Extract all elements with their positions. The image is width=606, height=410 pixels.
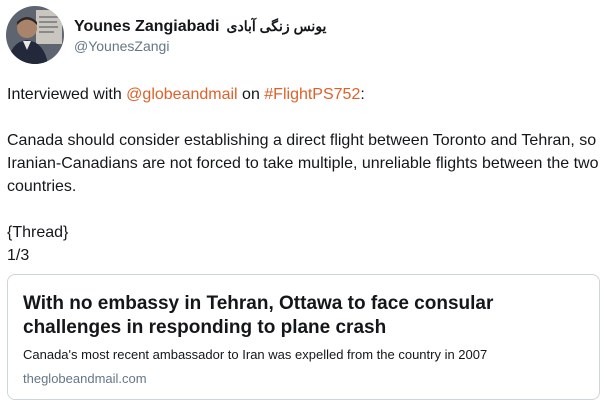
tweet: Younes Zangiabadi یونس زنگی آبادی @Youne… [0,0,606,410]
author-display-name-persian[interactable]: یونس زنگی آبادی [227,18,327,35]
avatar[interactable] [6,6,64,64]
tweet-intro-line: Interviewed with @globeandmail on #Fligh… [7,83,599,106]
tweet-intro-middle: on [237,86,265,103]
card-description: Canada's most recent ambassador to Iran … [23,347,488,362]
tweet-text: Interviewed with @globeandmail on #Fligh… [7,83,599,267]
mention-link[interactable]: @globeandmail [126,86,237,103]
tweet-paragraph: Canada should consider establishing a di… [7,132,599,195]
thread-count: 1/3 [7,247,30,264]
author-identity: Younes Zangiabadi یونس زنگی آبادی @Youne… [74,18,326,54]
author-name-line: Younes Zangiabadi یونس زنگی آبادی [74,18,326,36]
tweet-intro-prefix: Interviewed with [7,86,127,103]
card-domain: theglobeandmail.com [23,371,147,386]
card-title: With no embassy in Tehran, Ottawa to fac… [23,293,494,338]
hashtag-link[interactable]: #FlightPS752 [264,86,360,103]
thread-label: {Thread} [7,224,69,241]
author-handle[interactable]: @YounesZangi [74,38,326,54]
avatar-photo [6,6,64,64]
author-display-name[interactable]: Younes Zangiabadi [74,18,220,36]
tweet-intro-suffix: : [360,86,365,103]
link-preview-card[interactable]: With no embassy in Tehran, Ottawa to fac… [7,274,600,400]
